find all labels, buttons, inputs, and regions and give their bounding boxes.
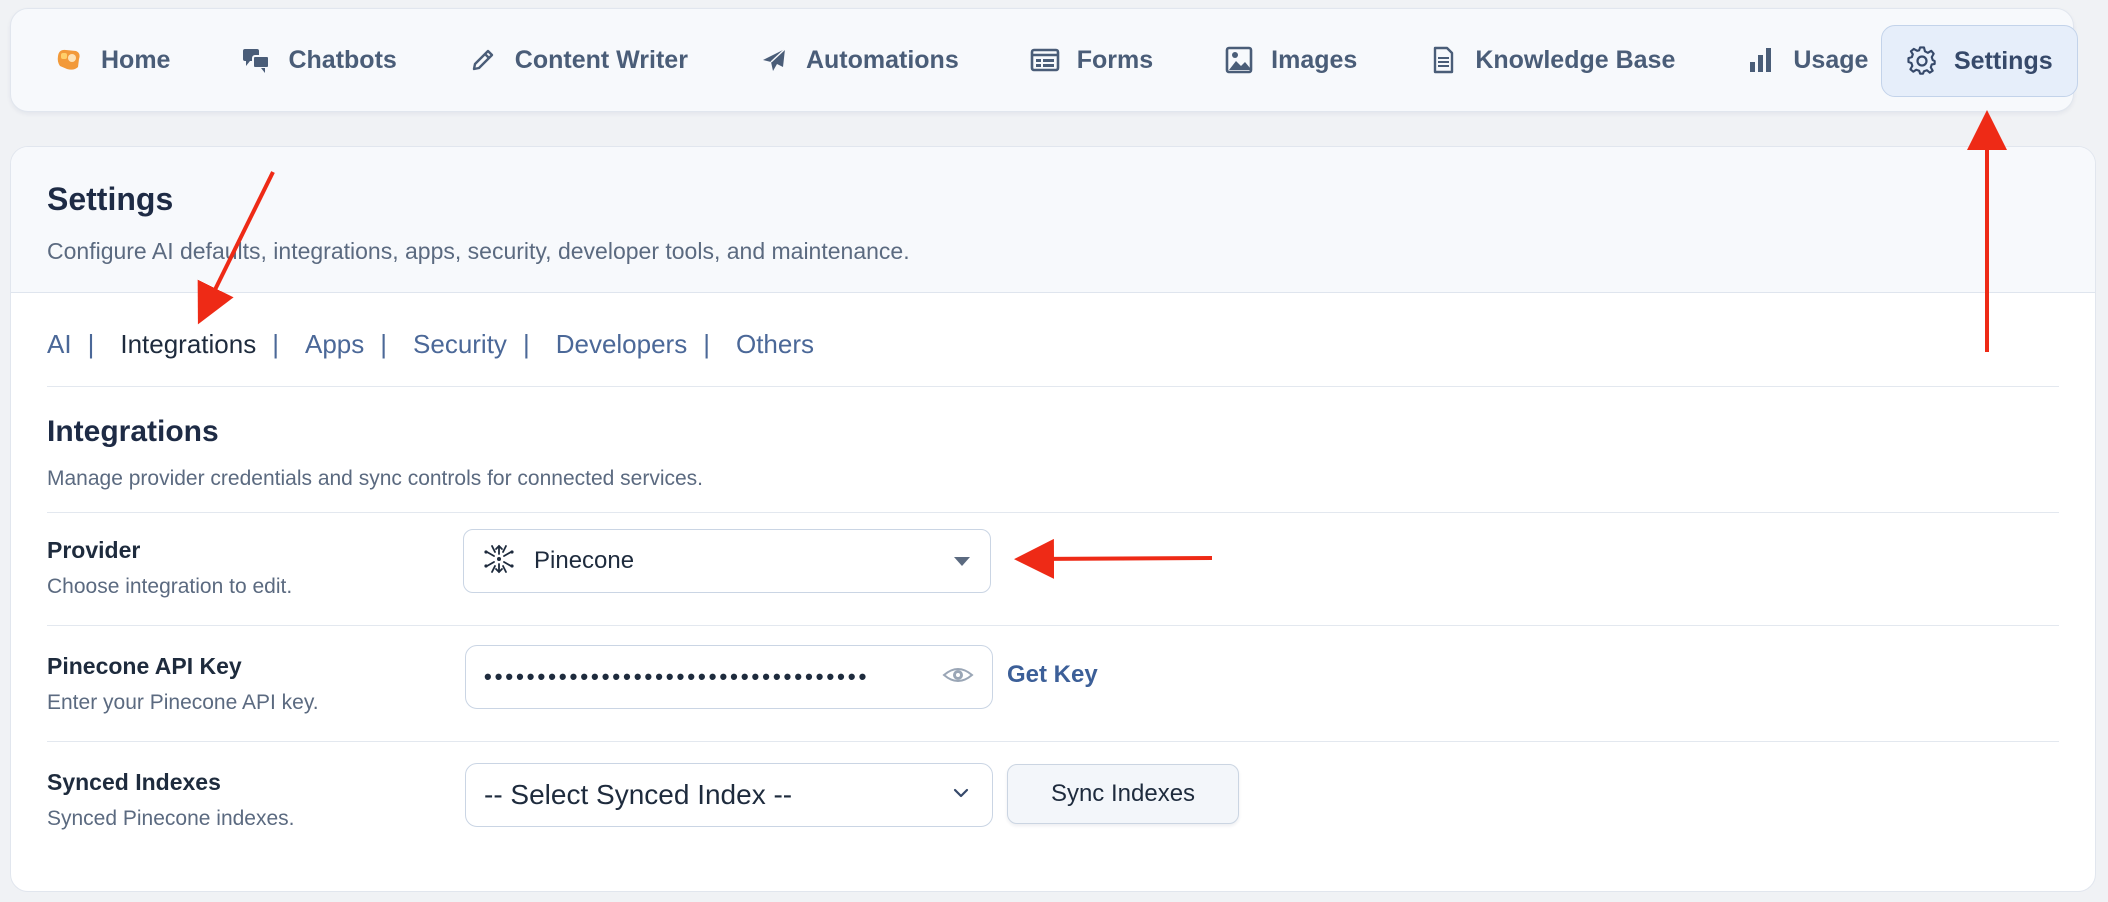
provider-help: Choose integration to edit. xyxy=(47,575,293,598)
api-key-help: Enter your Pinecone API key. xyxy=(47,691,319,714)
nav-label: Chatbots xyxy=(288,45,397,74)
divider xyxy=(47,625,2059,626)
tab-security[interactable]: Security xyxy=(413,329,507,360)
divider xyxy=(47,512,2059,513)
nav-label: Settings xyxy=(1954,46,2053,75)
nav-item-home[interactable]: Home xyxy=(51,25,170,95)
api-key-field[interactable]: •••••••••••••••••••••••••••••••••••• xyxy=(465,645,993,709)
sync-indexes-button[interactable]: Sync Indexes xyxy=(1007,764,1239,824)
synced-indexes-label: Synced Indexes xyxy=(47,769,221,795)
settings-panel: Settings Configure AI defaults, integrat… xyxy=(10,146,2096,892)
caret-down-icon xyxy=(954,556,970,566)
top-navigation: Home Chatbots Content Writer Automations… xyxy=(10,8,2078,112)
synced-index-select[interactable]: -- Select Synced Index -- xyxy=(465,763,993,827)
nav-label: Usage xyxy=(1793,45,1869,74)
nav-item-usage[interactable]: Usage xyxy=(1743,25,1868,95)
tab-separator: | xyxy=(522,329,530,359)
tab-apps[interactable]: Apps xyxy=(305,329,364,360)
provider-select[interactable]: Pinecone xyxy=(463,529,991,593)
nav-item-content-writer[interactable]: Content Writer xyxy=(465,25,688,95)
nav-item-forms[interactable]: Forms xyxy=(1027,25,1153,95)
synced-index-value: -- Select Synced Index -- xyxy=(484,779,793,810)
nav-item-images[interactable]: Images xyxy=(1221,25,1357,95)
page-subtitle: Configure AI defaults, integrations, app… xyxy=(47,238,910,264)
document-icon xyxy=(1425,42,1461,78)
tab-separator: | xyxy=(703,329,710,359)
nav-label: Knowledge Base xyxy=(1475,45,1676,74)
nav-item-automations[interactable]: Automations xyxy=(756,25,959,95)
page-title: Settings xyxy=(47,181,174,217)
pinecone-logo-icon xyxy=(482,542,534,581)
section-subtitle: Manage provider credentials and sync con… xyxy=(47,467,704,490)
tab-separator: | xyxy=(87,329,95,359)
synced-indexes-help: Synced Pinecone indexes. xyxy=(47,807,295,830)
nav-item-chatbots[interactable]: Chatbots xyxy=(238,25,397,95)
divider xyxy=(47,741,2059,742)
tab-others[interactable]: Others xyxy=(736,329,814,360)
pencil-icon xyxy=(465,42,501,78)
tab-separator: | xyxy=(380,329,388,359)
tab-developers[interactable]: Developers xyxy=(556,329,688,360)
gear-icon xyxy=(1904,43,1940,79)
section-title: Integrations xyxy=(47,415,219,448)
nav-item-settings[interactable]: Settings xyxy=(1881,25,2078,97)
nav-label: Forms xyxy=(1076,45,1154,74)
image-icon xyxy=(1221,42,1257,78)
home-logo-icon xyxy=(51,42,87,78)
eye-icon[interactable] xyxy=(932,659,974,696)
nav-label: Content Writer xyxy=(514,45,688,74)
nav-label: Images xyxy=(1271,45,1358,74)
chat-bubbles-icon xyxy=(238,42,274,78)
provider-label: Provider xyxy=(47,537,141,563)
provider-value: Pinecone xyxy=(534,547,635,574)
tab-ai[interactable]: AI xyxy=(47,329,72,360)
nav-label: Automations xyxy=(805,45,959,74)
get-key-link[interactable]: Get Key xyxy=(1007,661,1098,689)
nav-label: Home xyxy=(101,45,171,74)
api-key-label: Pinecone API Key xyxy=(47,653,242,679)
form-icon xyxy=(1027,42,1063,78)
nav-item-knowledge-base[interactable]: Knowledge Base xyxy=(1425,25,1675,95)
settings-tabs: AI | Integrations | Apps | Security | De… xyxy=(47,329,2059,387)
chevron-down-icon xyxy=(952,784,970,807)
panel-header: Settings Configure AI defaults, integrat… xyxy=(11,147,2095,293)
airplane-icon xyxy=(756,42,792,78)
tab-separator: | xyxy=(272,329,279,359)
bar-chart-icon xyxy=(1743,42,1779,78)
api-key-masked-value: •••••••••••••••••••••••••••••••••••• xyxy=(484,664,870,689)
tab-integrations[interactable]: Integrations xyxy=(120,329,256,360)
